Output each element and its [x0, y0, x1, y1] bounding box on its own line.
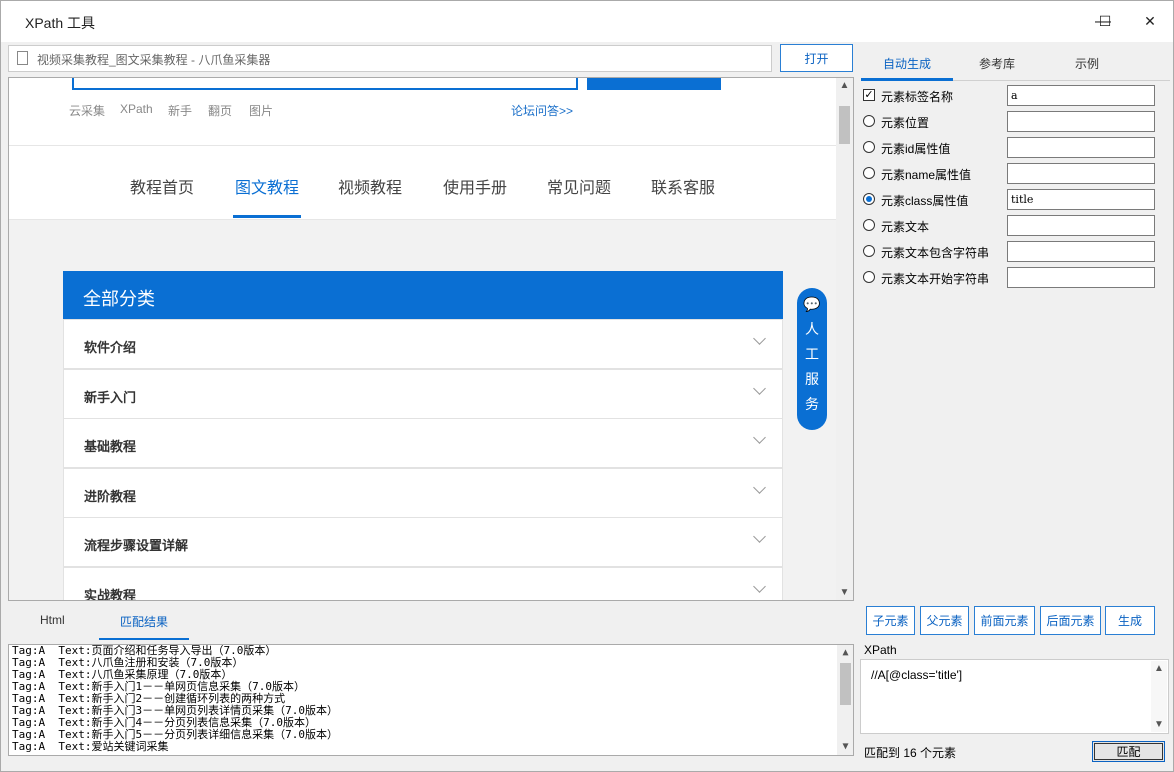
- text-field[interactable]: [1007, 215, 1155, 236]
- service-char: 人: [805, 321, 819, 337]
- radio-selected[interactable]: [863, 193, 875, 205]
- document-icon: [17, 51, 28, 65]
- text-starts-field[interactable]: [1007, 267, 1155, 288]
- all-categories-header: 全部分类: [63, 271, 783, 319]
- category-item[interactable]: 进阶教程: [63, 468, 783, 518]
- chevron-down-icon: [753, 332, 766, 345]
- nav-link[interactable]: XPath: [120, 102, 153, 116]
- url-field[interactable]: 视频采集教程_图文采集教程 - 八爪鱼采集器: [8, 45, 772, 72]
- menu-item[interactable]: 常见问题: [547, 174, 611, 198]
- app-window: XPath 工具 — ☐ ✕ 视频采集教程_图文采集教程 - 八爪鱼采集器 打开…: [0, 0, 1174, 772]
- service-char: 工: [805, 346, 819, 362]
- xpath-input[interactable]: //A[@class='title']: [860, 659, 1169, 734]
- service-char: 服: [805, 371, 819, 387]
- chevron-down-icon: [753, 431, 766, 444]
- search-box[interactable]: [72, 78, 578, 90]
- radio[interactable]: [863, 115, 875, 127]
- tab-example[interactable]: 示例: [1075, 55, 1099, 72]
- category-label: 基础教程: [84, 439, 137, 454]
- menu-item-active[interactable]: 图文教程: [235, 174, 299, 198]
- chat-icon: 💬: [803, 296, 821, 312]
- radio[interactable]: [863, 271, 875, 283]
- radio[interactable]: [863, 167, 875, 179]
- category-item[interactable]: 实战教程: [63, 567, 783, 601]
- match-results-list[interactable]: Tag:A Text:页面介绍和任务导入导出（7.0版本） Tag:A Text…: [8, 644, 854, 756]
- chevron-down-icon: [753, 481, 766, 494]
- chevron-down-icon: [753, 530, 766, 543]
- search-button[interactable]: [587, 78, 721, 90]
- scroll-down-icon[interactable]: ▼: [836, 587, 853, 598]
- previous-element-button[interactable]: 前面元素: [974, 606, 1035, 635]
- nav-link[interactable]: 翻页: [208, 102, 232, 119]
- window-title: XPath 工具: [25, 15, 96, 31]
- service-char: 务: [805, 396, 819, 412]
- title-bar: XPath 工具 — ☐ ✕: [1, 1, 1173, 42]
- menu-item[interactable]: 视频教程: [338, 174, 402, 198]
- result-row: Tag:A Text:爱站关键词采集: [12, 740, 169, 753]
- checkbox[interactable]: ✓: [863, 89, 875, 101]
- results-scrollbar[interactable]: ▲ ▼: [837, 645, 853, 755]
- tab-reference[interactable]: 参考库: [979, 55, 1015, 72]
- tab-underline: [861, 78, 953, 81]
- scroll-down-icon[interactable]: ▼: [1151, 719, 1167, 730]
- chevron-down-icon: [753, 580, 766, 593]
- nav-link[interactable]: 新手: [168, 102, 192, 119]
- nav-link[interactable]: 云采集: [69, 102, 105, 119]
- nav-link[interactable]: 图片: [249, 102, 273, 119]
- xpath-label: XPath: [864, 643, 897, 657]
- scroll-up-icon[interactable]: ▲: [837, 647, 853, 659]
- scroll-thumb[interactable]: [840, 663, 851, 705]
- menu-item[interactable]: 教程首页: [130, 174, 194, 198]
- open-button[interactable]: 打开: [780, 44, 853, 72]
- maximize-button[interactable]: ☐: [1082, 1, 1128, 42]
- match-button[interactable]: 匹配: [1092, 741, 1165, 762]
- tag-name-field[interactable]: a: [1007, 85, 1155, 106]
- customer-service-widget[interactable]: 💬 人 工 服 务: [797, 288, 827, 430]
- scroll-up-icon[interactable]: ▲: [1151, 663, 1167, 674]
- name-field[interactable]: [1007, 163, 1155, 184]
- scroll-thumb[interactable]: [839, 106, 850, 144]
- category-label: 软件介绍: [84, 340, 137, 355]
- class-field[interactable]: title: [1007, 189, 1155, 210]
- category-item[interactable]: 软件介绍: [63, 319, 783, 369]
- tab-html[interactable]: Html: [40, 613, 65, 627]
- menu-item[interactable]: 联系客服: [651, 174, 715, 198]
- match-count-status: 匹配到 16 个元素: [864, 746, 957, 760]
- next-element-button[interactable]: 后面元素: [1040, 606, 1101, 635]
- tab-match-results[interactable]: 匹配结果: [120, 613, 168, 630]
- text-contains-field[interactable]: [1007, 241, 1155, 262]
- radio[interactable]: [863, 219, 875, 231]
- category-label: 新手入门: [84, 390, 137, 405]
- position-field[interactable]: [1007, 111, 1155, 132]
- category-item[interactable]: 新手入门: [63, 369, 783, 419]
- child-element-button[interactable]: 子元素: [866, 606, 915, 635]
- menu-item[interactable]: 使用手册: [443, 174, 507, 198]
- browser-view[interactable]: 云采集 XPath 新手 翻页 图片 论坛问答>> 教程首页 图文教程 视频教程…: [8, 77, 854, 601]
- parent-element-button[interactable]: 父元素: [920, 606, 969, 635]
- category-label: 实战教程: [84, 588, 137, 601]
- category-item[interactable]: 基础教程: [63, 418, 783, 468]
- radio[interactable]: [863, 245, 875, 257]
- close-button[interactable]: ✕: [1127, 1, 1173, 42]
- category-label: 流程步骤设置详解: [84, 538, 189, 553]
- category-item[interactable]: 流程步骤设置详解: [63, 517, 783, 567]
- divider: [9, 145, 837, 146]
- xpath-scrollbar[interactable]: ▲ ▼: [1151, 661, 1167, 732]
- chevron-down-icon: [753, 382, 766, 395]
- generate-button[interactable]: 生成: [1105, 606, 1155, 635]
- forum-link[interactable]: 论坛问答>>: [511, 102, 573, 119]
- category-label: 进阶教程: [84, 489, 137, 504]
- radio[interactable]: [863, 141, 875, 153]
- active-underline: [233, 215, 301, 218]
- scroll-down-icon[interactable]: ▼: [837, 741, 853, 753]
- browser-scrollbar[interactable]: ▲ ▼: [836, 78, 853, 600]
- tab-underline: [99, 638, 189, 640]
- tab-auto-generate[interactable]: 自动生成: [883, 55, 931, 72]
- url-text: 视频采集教程_图文采集教程 - 八爪鱼采集器: [37, 53, 271, 67]
- scroll-up-icon[interactable]: ▲: [836, 80, 853, 91]
- id-field[interactable]: [1007, 137, 1155, 158]
